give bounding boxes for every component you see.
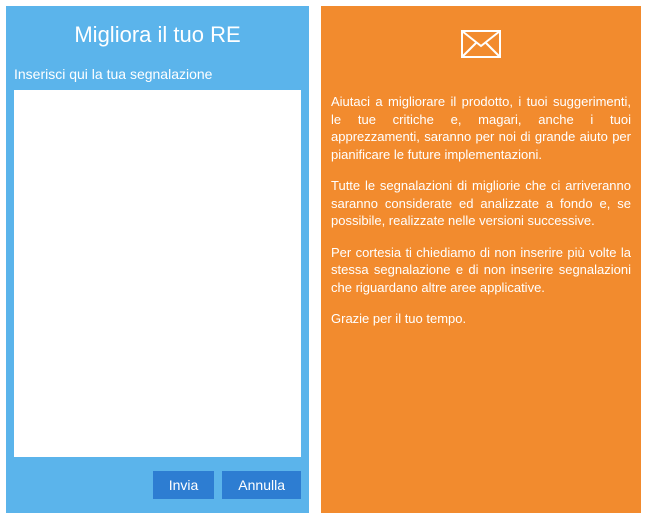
submit-button[interactable]: Invia bbox=[153, 471, 215, 499]
info-paragraph-1: Aiutaci a migliorare il prodotto, i tuoi… bbox=[331, 93, 631, 163]
dialog-container: Migliora il tuo RE Inserisci qui la tua … bbox=[0, 0, 647, 519]
info-paragraph-4: Grazie per il tuo tempo. bbox=[331, 310, 631, 328]
info-paragraph-3: Per cortesia ti chiediamo di non inserir… bbox=[331, 244, 631, 297]
info-panel: Aiutaci a migliorare il prodotto, i tuoi… bbox=[321, 6, 641, 513]
textarea-label: Inserisci qui la tua segnalazione bbox=[14, 66, 301, 82]
cancel-button[interactable]: Annulla bbox=[222, 471, 301, 499]
envelope-icon bbox=[461, 30, 501, 63]
button-row: Invia Annulla bbox=[14, 471, 301, 499]
feedback-form-panel: Migliora il tuo RE Inserisci qui la tua … bbox=[6, 6, 309, 513]
info-paragraph-2: Tutte le segnalazioni di migliorie che c… bbox=[331, 177, 631, 230]
feedback-textarea[interactable] bbox=[14, 90, 301, 457]
envelope-wrap bbox=[331, 30, 631, 63]
form-title: Migliora il tuo RE bbox=[14, 22, 301, 48]
